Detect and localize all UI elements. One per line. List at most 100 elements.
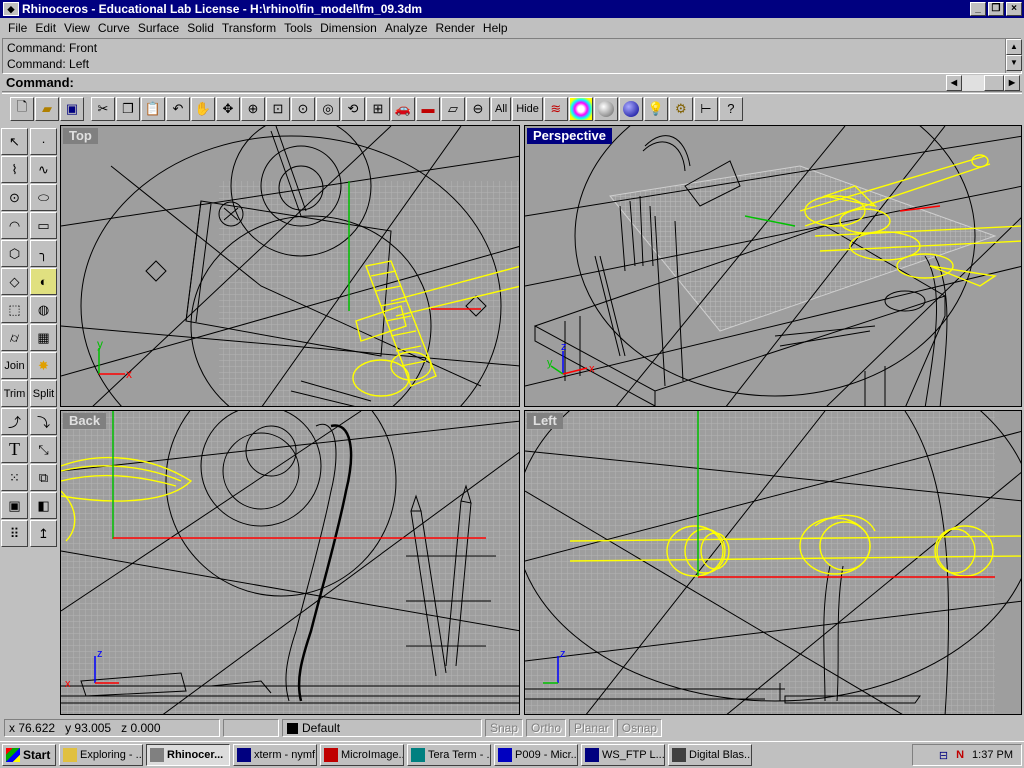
zoom-window-icon[interactable]: ⊡ xyxy=(266,96,290,121)
polygon-icon[interactable]: ⬡ xyxy=(1,240,28,267)
current-layer-pane[interactable]: Default xyxy=(282,719,482,737)
color-wheel-icon[interactable] xyxy=(568,96,593,121)
curve-icon[interactable]: ∿ xyxy=(30,156,57,183)
zoom-dynamic-icon[interactable]: ⊕ xyxy=(241,96,265,121)
revolve-icon[interactable]: ◐ xyxy=(30,268,57,295)
render-blue-sphere-icon[interactable] xyxy=(618,96,643,121)
scroll-down-icon[interactable]: ▼ xyxy=(1006,55,1022,71)
task-rhinoceros[interactable]: Rhinocer... xyxy=(146,744,230,766)
task-digital-blaster[interactable]: Digital Blas... xyxy=(668,744,752,766)
pan-hand-icon[interactable]: ✋ xyxy=(191,96,215,121)
task-exploring[interactable]: Exploring - ... xyxy=(59,744,143,766)
car-wireframe-icon[interactable]: 🚗 xyxy=(391,96,415,121)
planar-toggle[interactable]: Planar xyxy=(569,719,614,737)
command-line-scrollbar[interactable]: ◀ ▶ xyxy=(946,75,1020,91)
paste-icon[interactable]: 📋 xyxy=(141,96,165,121)
surface-icon[interactable]: ◇ xyxy=(1,268,28,295)
cylinder-icon[interactable]: ⌭ xyxy=(1,324,28,351)
group-icon[interactable]: ▣ xyxy=(1,492,28,519)
menu-file[interactable]: File xyxy=(4,21,31,35)
split-button[interactable]: Split xyxy=(30,380,57,407)
menu-edit[interactable]: Edit xyxy=(31,21,60,35)
select-arrow-icon[interactable]: ↖ xyxy=(1,128,28,155)
network-tray-icon[interactable]: ⊟ xyxy=(939,749,948,762)
mesh-icon[interactable]: ▦ xyxy=(30,324,57,351)
menu-curve[interactable]: Curve xyxy=(94,21,134,35)
point-icon[interactable]: · xyxy=(30,128,57,155)
text-tool-icon[interactable]: T xyxy=(1,436,28,463)
scroll-left-icon[interactable]: ◀ xyxy=(946,75,962,91)
circle-icon[interactable]: ⊙ xyxy=(1,184,28,211)
array-icon[interactable]: ⁙ xyxy=(1,464,28,491)
grid-array-icon[interactable]: ⠿ xyxy=(1,520,28,547)
menu-render[interactable]: Render xyxy=(432,21,479,35)
trim-button[interactable]: Trim xyxy=(1,380,28,407)
command-history-scrollbar[interactable]: ▲ ▼ xyxy=(1005,39,1022,73)
scroll-up-icon[interactable]: ▲ xyxy=(1006,39,1022,55)
new-file-icon[interactable]: 🗋 xyxy=(10,96,34,121)
light-bulb-icon[interactable]: 💡 xyxy=(643,96,668,121)
undo-view-icon[interactable]: ⟲ xyxy=(341,96,365,121)
car-shaded-icon[interactable]: ▬ xyxy=(416,96,440,121)
viewport-left[interactable]: z Left xyxy=(524,410,1022,715)
undo-icon[interactable]: ↶ xyxy=(166,96,190,121)
box-icon[interactable]: ⬚ xyxy=(1,296,28,323)
hide-button[interactable]: Hide xyxy=(512,96,543,121)
rectangle-icon[interactable]: ▭ xyxy=(30,212,57,239)
grid-plane-icon[interactable]: ▱ xyxy=(441,96,465,121)
menu-solid[interactable]: Solid xyxy=(183,21,218,35)
menu-surface[interactable]: Surface xyxy=(134,21,183,35)
menu-view[interactable]: View xyxy=(60,21,94,35)
four-viewports-icon[interactable]: ⊞ xyxy=(366,96,390,121)
mirror-icon[interactable]: ◧ xyxy=(30,492,57,519)
command-history[interactable]: Command: Front Command: Left ▲ ▼ xyxy=(2,38,1022,74)
copy-icon[interactable]: ❐ xyxy=(116,96,140,121)
task-tera-term[interactable]: Tera Term - ... xyxy=(407,744,491,766)
menu-tools[interactable]: Tools xyxy=(280,21,316,35)
menu-analyze[interactable]: Analyze xyxy=(381,21,432,35)
options-gear-icon[interactable]: ⚙ xyxy=(668,96,693,121)
menu-dimension[interactable]: Dimension xyxy=(316,21,381,35)
menu-transform[interactable]: Transform xyxy=(218,21,280,35)
save-disk-icon[interactable]: ▣ xyxy=(60,96,84,121)
polyline-icon[interactable]: ⌇ xyxy=(1,156,28,183)
copy-objects-icon[interactable]: ⧉ xyxy=(30,464,57,491)
render-gray-sphere-icon[interactable] xyxy=(593,96,618,121)
viewport-title-left[interactable]: Left xyxy=(527,413,563,429)
viewport-title-back[interactable]: Back xyxy=(63,413,107,429)
maximize-button[interactable]: ❐ xyxy=(988,2,1004,16)
scale-icon[interactable]: ⤡ xyxy=(30,436,57,463)
scroll-track[interactable] xyxy=(962,75,984,91)
minimize-button[interactable]: _ xyxy=(970,2,986,16)
viewport-title-perspective[interactable]: Perspective xyxy=(527,128,612,144)
dimension-tool-icon[interactable]: ↥ xyxy=(30,520,57,547)
scroll-right-icon[interactable]: ▶ xyxy=(1004,75,1020,91)
command-line[interactable]: Command: ◀ ▶ xyxy=(2,74,1022,92)
menu-help[interactable]: Help xyxy=(479,21,512,35)
explode-icon[interactable]: ✸ xyxy=(30,352,57,379)
title-bar[interactable]: ◆ Rhinoceros - Educational Lab License -… xyxy=(0,0,1024,18)
join-button[interactable]: Join xyxy=(1,352,28,379)
arc-icon[interactable]: ◠ xyxy=(1,212,28,239)
zoom-selected-icon[interactable]: ◎ xyxy=(316,96,340,121)
show-all-button[interactable]: All xyxy=(491,96,512,121)
zoom-extents-icon[interactable]: ⊙ xyxy=(291,96,315,121)
close-button[interactable]: × xyxy=(1006,2,1022,16)
osnap-toggle[interactable]: Osnap xyxy=(616,719,663,737)
novell-tray-icon[interactable]: N xyxy=(956,749,964,761)
layers-icon[interactable]: ≋ xyxy=(543,96,568,121)
rhino-app-icon[interactable]: ◆ xyxy=(3,2,19,16)
help-icon[interactable]: ? xyxy=(718,96,743,121)
start-button[interactable]: Start xyxy=(2,744,56,766)
sphere-icon[interactable]: ◍ xyxy=(30,296,57,323)
fillet-curve-icon[interactable]: ╮ xyxy=(30,240,57,267)
task-microimage[interactable]: MicroImage... xyxy=(320,744,404,766)
viewport-title-top[interactable]: Top xyxy=(63,128,98,144)
task-p009[interactable]: P009 - Micr... xyxy=(494,744,578,766)
viewport-back[interactable]: z x Back xyxy=(60,410,520,715)
fillet-icon[interactable]: ⤵ xyxy=(30,408,57,435)
open-folder-icon[interactable]: ▰ xyxy=(35,96,59,121)
viewport-perspective[interactable]: z y x Perspective xyxy=(524,125,1022,407)
task-xterm[interactable]: xterm - nymf... xyxy=(233,744,317,766)
ortho-toggle[interactable]: Ortho xyxy=(526,719,567,737)
